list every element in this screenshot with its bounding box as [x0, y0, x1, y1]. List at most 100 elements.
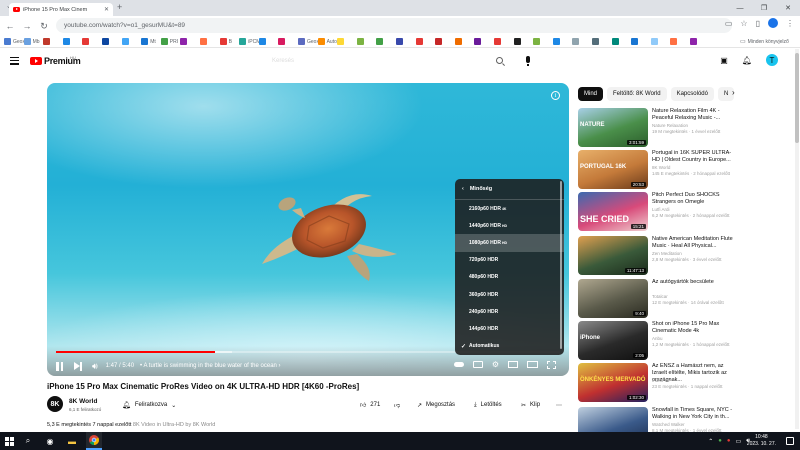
tray-app-icon[interactable]: ● — [718, 438, 722, 444]
clip-button[interactable]: ✂ Klip — [521, 398, 540, 412]
microphone-icon[interactable] — [526, 56, 530, 66]
bookmark-item[interactable]: Auto — [317, 38, 337, 45]
like-button[interactable]: 👍︎ 271 — [360, 398, 380, 412]
info-icon[interactable]: i — [551, 91, 560, 100]
bookmark-item[interactable] — [690, 38, 697, 45]
notifications-bell-icon[interactable]: 🔔︎ — [742, 56, 752, 65]
browser-tab[interactable]: iPhone 15 Pro Max Cinem ✕ — [9, 3, 113, 16]
bookmark-item[interactable] — [513, 38, 521, 45]
recommended-video[interactable]: ÖNKÉNYES MERVADÓ 1:02:30 Az ENSZ a Hamászt… — [578, 363, 738, 403]
bookmark-item[interactable] — [494, 38, 501, 45]
bookmark-item[interactable] — [650, 38, 658, 45]
create-video-icon[interactable]: ▣ — [720, 56, 728, 65]
video-thumbnail[interactable]: NATURE 3:01:59 — [578, 108, 648, 147]
tab-close-icon[interactable]: ✕ — [104, 6, 109, 13]
next-video-icon[interactable] — [74, 361, 82, 371]
recommended-video[interactable]: iPhone 2:05 Shot on iPhone 15 Pro Max Cine… — [578, 321, 738, 361]
miniplayer-icon[interactable] — [508, 361, 518, 368]
subscribed-button[interactable]: 🔔︎ Feliratkozva ⌄ — [115, 398, 183, 412]
quality-option[interactable]: 1080p60 HDR HD — [455, 234, 564, 252]
theater-mode-icon[interactable] — [527, 361, 538, 368]
bookmark-item[interactable] — [356, 38, 364, 45]
search-icon[interactable] — [496, 57, 503, 64]
recommended-video[interactable]: 9:40 Az autógyártók becsülete Totalcar 12 E… — [578, 279, 738, 319]
recommended-title[interactable]: Snowfall in Times Square, NYC - Walking … — [652, 407, 738, 421]
download-button[interactable]: ⤓ Letöltés — [474, 398, 502, 412]
video-thumbnail[interactable]: PORTUGAL 16K 20:53 — [578, 150, 648, 189]
filter-chip[interactable]: Mind — [578, 87, 604, 101]
windows-start-icon[interactable] — [5, 436, 14, 446]
bookmark-item[interactable] — [200, 38, 207, 45]
filter-chip[interactable]: Feltöltő: 8K World — [607, 87, 667, 101]
recommended-channel[interactable]: Indító TV — [652, 378, 670, 383]
scrollbar-thumb[interactable] — [795, 53, 799, 143]
quality-menu-back[interactable]: ‹ Minőség — [455, 179, 564, 200]
maximize-icon[interactable]: ❐ — [752, 0, 776, 16]
bookmark-item[interactable] — [592, 38, 599, 45]
bookmark-item[interactable] — [474, 38, 482, 45]
account-avatar[interactable]: T — [766, 54, 778, 66]
recommended-channel[interactable]: Zen Meditation — [652, 251, 682, 256]
quality-menu-scrollbar[interactable] — [560, 181, 562, 349]
sidebar-icon[interactable]: ▯ — [756, 19, 760, 28]
recommended-channel[interactable]: Anbu — [652, 336, 663, 341]
quality-option[interactable]: ✓ Automatikus — [455, 338, 564, 355]
bookmark-item[interactable]: Geox — [298, 38, 319, 45]
bookmark-item[interactable]: B — [219, 38, 232, 45]
bookmark-item[interactable] — [533, 38, 541, 45]
bookmark-item[interactable] — [43, 38, 51, 45]
bookmark-item[interactable] — [435, 38, 443, 45]
video-thumbnail[interactable]: iPhone 2:05 — [578, 321, 648, 360]
bookmark-item[interactable] — [376, 38, 384, 45]
quality-option[interactable]: 720p60 HDR — [455, 252, 564, 269]
pause-icon[interactable] — [56, 361, 64, 371]
recommended-video[interactable]: 11:47:13 Native American Meditation Flute… — [578, 236, 738, 276]
bookmark-item[interactable]: Mb — [23, 38, 40, 45]
bookmark-item[interactable]: Geox — [4, 38, 25, 45]
recommended-title[interactable]: Nature Relaxation Film 4K - Peaceful Rel… — [652, 108, 738, 122]
bookmark-item[interactable] — [102, 38, 109, 45]
recommended-title[interactable]: Shot on iPhone 15 Pro Max Cinematic Mode… — [652, 321, 738, 335]
bookmark-item[interactable] — [670, 38, 678, 45]
page-scrollbar[interactable] — [795, 49, 799, 429]
back-icon[interactable]: ← — [3, 21, 17, 31]
recommended-channel[interactable]: Watched Walker — [652, 422, 685, 427]
video-thumbnail[interactable]: 9:40 — [578, 279, 648, 318]
recommended-title[interactable]: Native American Meditation Flute Music ·… — [652, 236, 738, 250]
quality-option[interactable]: 144p60 HDR — [455, 320, 564, 337]
recommended-title[interactable]: Portugal in 16K SUPER ULTRA-HD | Oldest … — [652, 150, 738, 164]
minimize-icon[interactable]: — — [728, 0, 752, 16]
bookmark-item[interactable] — [631, 38, 639, 45]
recommended-channel[interactable]: 8K World — [652, 165, 670, 170]
bookmark-item[interactable] — [82, 38, 90, 45]
video-thumbnail[interactable]: SHE CRIED 15:21 — [578, 192, 648, 231]
bookmark-item[interactable]: iPCM — [239, 38, 260, 45]
chevron-up-icon[interactable]: ⌃ — [708, 438, 713, 445]
search-input[interactable]: Keresés — [228, 56, 486, 68]
chapter-title[interactable]: • A turtle is swimming in the blue water… — [140, 363, 281, 369]
autoplay-toggle[interactable] — [453, 362, 464, 367]
clock[interactable]: 10:48 2023. 10. 27. — [747, 434, 776, 448]
subtitles-icon[interactable] — [472, 361, 483, 368]
quality-option[interactable]: 240p60 HDR — [455, 303, 564, 320]
more-actions-button[interactable]: ⋯ — [556, 398, 562, 412]
new-tab-icon[interactable]: + — [117, 2, 122, 12]
tray-app-icon[interactable]: ● — [727, 438, 731, 444]
recommended-video[interactable]: NATURE 3:01:59 Nature Relaxation Film 4K -… — [578, 108, 738, 148]
cortana-icon[interactable]: ◉ — [42, 432, 58, 450]
fullscreen-icon[interactable] — [547, 360, 556, 369]
dislike-button[interactable]: 👎︎ — [394, 398, 400, 412]
notifications-icon[interactable] — [786, 437, 794, 445]
quality-option[interactable]: 360p60 HDR — [455, 286, 564, 303]
settings-gear-icon[interactable]: ⚙ — [492, 360, 499, 369]
bookmark-item[interactable] — [278, 38, 286, 45]
description-snippet[interactable]: 5,3 E megtekintés 7 nappal ezelőtt 8K Vi… — [47, 422, 215, 428]
bookmark-item[interactable]: Mt — [141, 38, 156, 45]
filter-chip[interactable]: Kapcsolódó — [670, 87, 714, 101]
recommended-title[interactable]: Pitch Perfect Duo SHOCKS Strangers on Om… — [652, 192, 738, 206]
share-button[interactable]: ↗ Megosztás — [417, 398, 455, 412]
recommended-video[interactable]: PORTUGAL 16K 20:53 Portugal in 16K SUPER U… — [578, 150, 738, 190]
recommended-video[interactable]: SHE CRIED 15:21 Pitch Perfect Duo SHOCKS S… — [578, 192, 738, 232]
bookmark-item[interactable] — [180, 38, 188, 45]
hamburger-menu-icon[interactable] — [10, 57, 19, 67]
